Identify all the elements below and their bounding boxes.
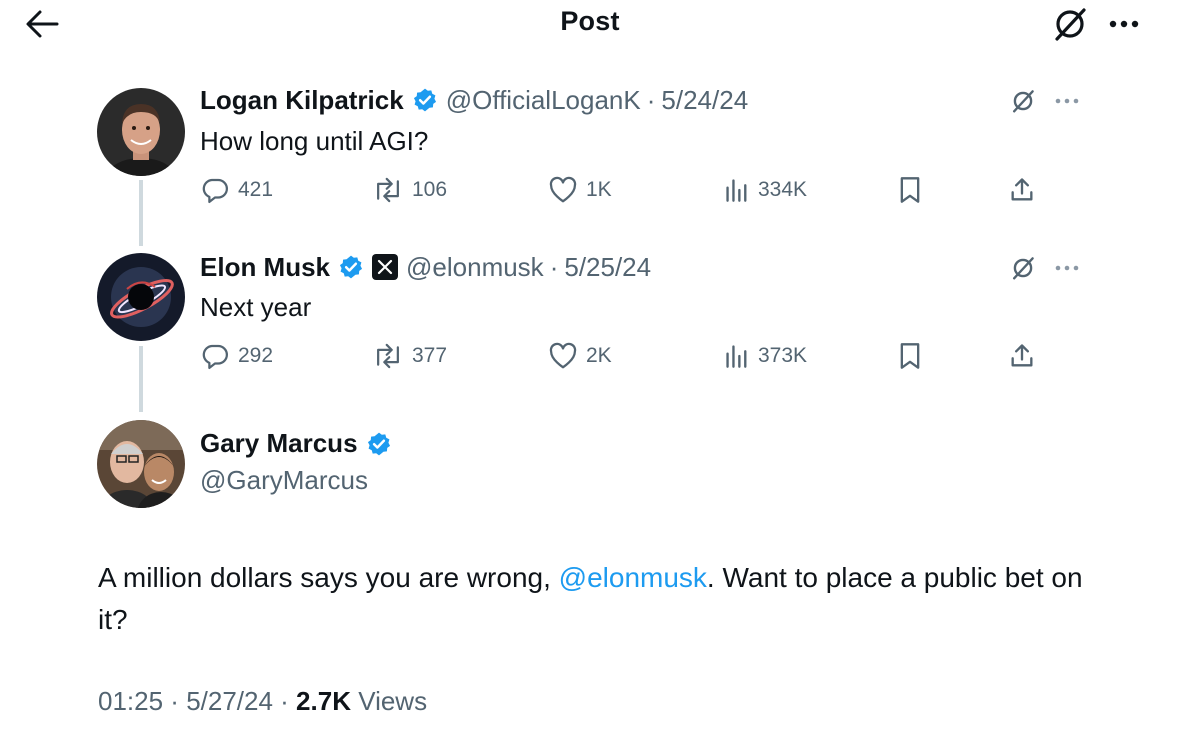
more-icon	[1055, 265, 1079, 271]
bookmark-button[interactable]	[890, 170, 930, 210]
verified-badge-icon	[412, 87, 438, 113]
like-icon	[549, 176, 577, 203]
like-count: 2K	[586, 344, 612, 367]
repost-button[interactable]: 106	[372, 170, 447, 210]
page-title: Post	[560, 6, 620, 36]
reply-button[interactable]: 292	[200, 336, 273, 376]
grok-icon	[1055, 8, 1086, 41]
tweet-header: Logan Kilpatrick @OfficialLoganK · 5/24/…	[200, 82, 748, 118]
avatar-elon[interactable]	[97, 253, 185, 341]
repost-icon	[377, 177, 399, 203]
more-icon	[1109, 20, 1139, 28]
grok-icon	[1012, 90, 1034, 113]
separator: ·	[646, 84, 656, 115]
views-count: 373K	[758, 344, 808, 367]
author-name[interactable]: Logan Kilpatrick	[200, 85, 404, 116]
more-options-button[interactable]	[1050, 84, 1084, 118]
bookmark-icon	[900, 343, 920, 369]
tweet-text: Next year	[200, 292, 312, 322]
avatar-gary[interactable]	[97, 420, 185, 508]
repost-count: 106	[412, 178, 448, 201]
more-icon	[1055, 98, 1079, 104]
tweet-text-part: A million dollars says you are wrong,	[98, 562, 559, 593]
x-logo-icon	[372, 254, 399, 280]
views-button[interactable]: 373K	[724, 336, 807, 376]
repost-icon	[377, 343, 399, 369]
like-button[interactable]: 2K	[548, 336, 612, 376]
bookmark-icon	[900, 177, 920, 203]
author-handle[interactable]: @OfficialLoganK	[446, 85, 641, 116]
reply-button[interactable]: 421	[200, 170, 273, 210]
grok-button[interactable]	[1006, 251, 1040, 285]
author-name[interactable]: Elon Musk	[200, 252, 330, 283]
like-count: 1K	[586, 178, 612, 201]
author-name: Gary Marcus	[200, 428, 400, 459]
separator: ·	[163, 686, 187, 716]
thread-line	[139, 346, 143, 412]
share-button[interactable]	[1002, 336, 1042, 376]
mention-link[interactable]: @elonmusk	[559, 562, 707, 593]
like-icon	[549, 342, 577, 369]
more-options-button[interactable]	[1050, 251, 1084, 285]
views-icon	[726, 179, 747, 202]
tweet-time[interactable]: 01:25	[98, 686, 163, 716]
tweet-date[interactable]: 5/27/24	[186, 686, 273, 716]
tweet-meta: 01:25 · 5/27/24 · 2.7K Views	[98, 686, 427, 717]
grok-icon	[1012, 257, 1034, 280]
author-handle[interactable]: @GaryMarcus	[200, 465, 368, 496]
author-handle[interactable]: @elonmusk	[406, 252, 544, 283]
views-count: 334K	[758, 178, 808, 201]
reply-icon	[202, 178, 228, 203]
separator: ·	[272, 686, 297, 716]
views-count: 2.7K	[296, 686, 351, 716]
more-options-button[interactable]	[1102, 4, 1146, 44]
tweet-text: A million dollars says you are wrong, @e…	[98, 557, 1098, 641]
verified-badge-icon	[338, 254, 364, 280]
reply-count: 421	[238, 178, 274, 201]
repost-count: 377	[412, 344, 448, 367]
views-label: Views	[350, 686, 428, 716]
separator: ·	[549, 251, 559, 282]
grok-button[interactable]	[1006, 84, 1040, 118]
tweet-text: How long until AGI?	[200, 126, 429, 156]
tweet-date[interactable]: 5/24/24	[661, 85, 748, 116]
grok-button[interactable]	[1048, 2, 1092, 46]
share-button[interactable]	[1002, 170, 1042, 210]
share-icon	[1011, 344, 1033, 367]
share-icon	[1011, 178, 1033, 201]
views-button[interactable]: 334K	[724, 170, 807, 210]
like-button[interactable]: 1K	[548, 170, 612, 210]
tweet-header: Elon Musk @elonmusk · 5/25/24	[200, 249, 651, 285]
avatar-logan[interactable]	[97, 88, 185, 176]
thread-line	[139, 180, 143, 246]
bookmark-button[interactable]	[890, 336, 930, 376]
verified-badge-icon	[366, 431, 392, 457]
reply-count: 292	[238, 344, 274, 367]
repost-button[interactable]: 377	[372, 336, 447, 376]
reply-icon	[202, 344, 228, 369]
tweet-date[interactable]: 5/25/24	[564, 252, 651, 283]
author-name-text[interactable]: Gary Marcus	[200, 428, 358, 459]
views-icon	[726, 345, 747, 368]
